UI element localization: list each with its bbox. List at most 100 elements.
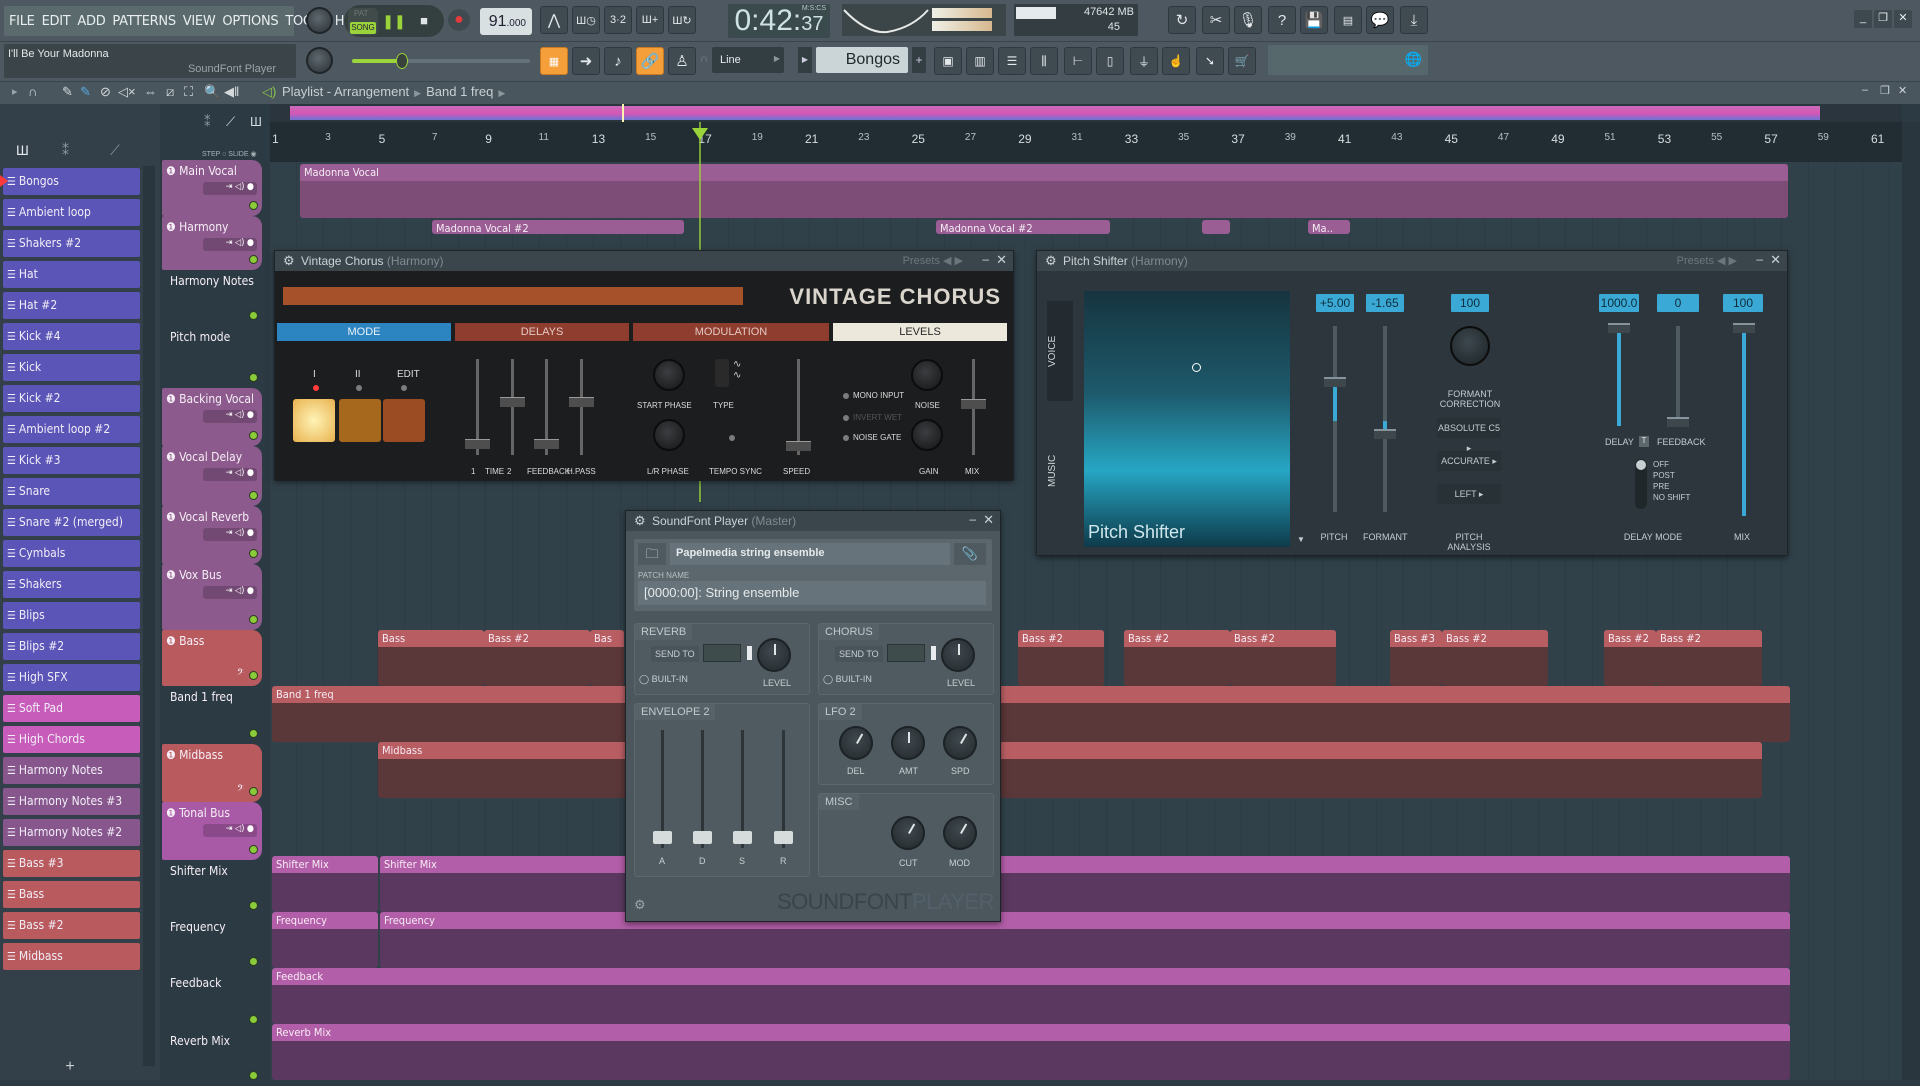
track-enable-led[interactable] bbox=[249, 615, 258, 624]
pattern-item[interactable]: ☰ Hat #2 bbox=[3, 292, 140, 319]
gain-knob[interactable] bbox=[911, 419, 943, 451]
menu-edit[interactable]: EDIT bbox=[42, 14, 71, 29]
release-fader[interactable] bbox=[774, 730, 793, 848]
track-activity-icon[interactable]: ❶ bbox=[166, 634, 179, 648]
pattern-item[interactable]: ☰ Bongos bbox=[0, 168, 140, 195]
mix-fader[interactable] bbox=[961, 359, 986, 455]
slip-tool-icon[interactable]: ⇔ bbox=[144, 84, 157, 99]
playlist-clip[interactable]: Bass #2 bbox=[484, 630, 590, 686]
mono-input-led[interactable] bbox=[843, 393, 849, 399]
playlist-window-icon[interactable]: ▣ bbox=[934, 47, 962, 75]
playlist-clip[interactable]: Bass #2 bbox=[1124, 630, 1230, 686]
track-activity-icon[interactable]: ❶ bbox=[166, 510, 179, 524]
track-enable-led[interactable] bbox=[249, 311, 258, 320]
delay-fader-handle[interactable] bbox=[1608, 323, 1630, 333]
playlist-clip[interactable]: Bass #2 bbox=[1230, 630, 1336, 686]
playlist-clip[interactable]: Reverb Mix bbox=[272, 1024, 1790, 1080]
attack-fader[interactable] bbox=[653, 730, 672, 848]
channel-rack-icon[interactable]: ☰ bbox=[998, 47, 1026, 75]
export-audio-icon[interactable]: ▤ bbox=[1334, 6, 1362, 34]
playlist-clip[interactable]: Bass bbox=[378, 630, 484, 686]
menu-patterns[interactable]: PATTERNS bbox=[112, 14, 176, 29]
track-header[interactable]: ❶ Harmony ⇥ ◁) ● bbox=[162, 216, 262, 270]
paint-icon[interactable]: ♪ bbox=[604, 47, 632, 75]
sustain-fader[interactable] bbox=[733, 730, 752, 848]
microphone-icon[interactable]: 🎙 bbox=[1234, 6, 1262, 34]
track-header[interactable]: ❶ Vocal Reverb ⇥ ◁) ● bbox=[162, 506, 262, 564]
formant-correction-value[interactable]: 100 bbox=[1451, 294, 1489, 312]
arrow-icon[interactable]: ➜ bbox=[572, 47, 600, 75]
noise-gate-led[interactable] bbox=[843, 435, 849, 441]
pattern-item[interactable]: ☰ Blips bbox=[3, 602, 140, 629]
touch-icon[interactable]: ☝ bbox=[1162, 47, 1190, 75]
delay-feedback-fader[interactable] bbox=[534, 359, 559, 455]
attach-icon[interactable]: 📎 bbox=[954, 543, 986, 565]
playlist-vertical-scrollbar[interactable] bbox=[1902, 122, 1920, 1080]
spectrogram[interactable]: Pitch Shifter bbox=[1084, 291, 1290, 547]
pitch-cursor[interactable] bbox=[1192, 363, 1201, 372]
reverb-builtin-toggle[interactable]: ◯ BUILT-IN bbox=[639, 674, 688, 685]
audio-tab-icon[interactable]: ⁑ bbox=[62, 142, 69, 159]
loop-record-icon[interactable]: Ш↻ bbox=[668, 6, 696, 34]
analysis-quality-selector[interactable]: ACCURATE ▸ bbox=[1437, 451, 1501, 471]
track-header[interactable]: Band 1 freq bbox=[162, 686, 262, 744]
track-enable-led[interactable] bbox=[249, 845, 258, 854]
track-controls[interactable]: ⇥ ◁) ● bbox=[203, 182, 257, 195]
playlist-minimize-icon[interactable]: – bbox=[1862, 84, 1868, 96]
start-phase-knob[interactable] bbox=[653, 359, 685, 391]
reverb-send-select[interactable] bbox=[703, 644, 741, 662]
track-header[interactable]: Pitch mode bbox=[162, 326, 262, 388]
track-enable-led[interactable] bbox=[249, 1015, 258, 1024]
chorus-builtin-toggle[interactable]: ◯ BUILT-IN bbox=[823, 674, 872, 685]
gear-icon[interactable]: ⚙ bbox=[634, 513, 646, 529]
track-enable-led[interactable] bbox=[249, 671, 258, 680]
magnet-icon[interactable]: ∩ bbox=[700, 53, 708, 65]
pattern-item[interactable]: ☰ Kick bbox=[3, 354, 140, 381]
tab-music[interactable]: MUSIC bbox=[1047, 421, 1073, 521]
delay-hpass-fader[interactable] bbox=[569, 359, 594, 455]
close-icon[interactable]: ✕ bbox=[983, 512, 994, 528]
presets-button[interactable]: Presets ◀ ▶ bbox=[1677, 254, 1737, 267]
pencil-tool-icon[interactable]: ✎ bbox=[62, 84, 73, 100]
lfo-speed-knob[interactable] bbox=[936, 719, 984, 767]
cutoff-knob[interactable] bbox=[884, 809, 932, 857]
playlist-restore-icon[interactable]: ❐ bbox=[1880, 84, 1890, 97]
track-enable-led[interactable] bbox=[249, 901, 258, 910]
pattern-item[interactable]: ☰ High Chords bbox=[3, 726, 140, 753]
pitch-shifter-titlebar[interactable]: ⚙ Pitch Shifter (Harmony) Presets ◀ ▶ – … bbox=[1037, 251, 1787, 271]
mix-fader-handle[interactable] bbox=[1733, 323, 1755, 333]
presets-button[interactable]: Presets ◀ ▶ bbox=[903, 254, 963, 267]
delay-mode-noshift[interactable]: NO SHIFT bbox=[1653, 492, 1690, 503]
mode-i-button[interactable] bbox=[293, 399, 335, 442]
pattern-prev-icon[interactable]: ▶ bbox=[798, 47, 812, 73]
playlist-clip[interactable]: Feedback bbox=[272, 968, 1790, 1024]
type-switch[interactable] bbox=[715, 359, 729, 387]
patch-name-field[interactable]: [0000:00]: String ensemble bbox=[638, 581, 986, 605]
track-header[interactable]: Harmony Notes bbox=[162, 270, 262, 326]
chorus-send-select[interactable] bbox=[887, 644, 925, 662]
zoom-tool-icon[interactable]: 🔍 bbox=[204, 84, 220, 100]
dropdown-icon[interactable]: ▼ bbox=[1297, 535, 1305, 544]
add-pattern-button[interactable]: + bbox=[0, 1058, 140, 1080]
cut-tool-icon[interactable]: ✂ bbox=[1202, 6, 1230, 34]
track-header[interactable]: ❶ Bass 𝄢 bbox=[162, 630, 262, 686]
pattern-filter-icon[interactable]: Ш bbox=[250, 114, 262, 129]
minimize-icon[interactable]: – bbox=[982, 252, 989, 266]
wait-record-icon[interactable]: Ш◷ bbox=[572, 6, 600, 34]
soundfont-titlebar[interactable]: ⚙ SoundFont Player (Master) – ✕ bbox=[626, 511, 1000, 531]
track-header[interactable]: ❶ Vocal Delay ⇥ ◁) ● bbox=[162, 446, 262, 506]
playlist-clip[interactable]: Frequency bbox=[380, 912, 1790, 968]
snap-selector[interactable]: Line ▶ bbox=[712, 47, 784, 73]
track-header[interactable]: ❶ Vox Bus ⇥ ◁) ● bbox=[162, 564, 262, 630]
track-activity-icon[interactable]: ❶ bbox=[166, 164, 179, 178]
audio-filter-icon[interactable]: ⁑ bbox=[204, 114, 211, 130]
mix-value[interactable]: 100 bbox=[1723, 294, 1763, 312]
track-enable-led[interactable] bbox=[249, 431, 258, 440]
mode-edit-button[interactable] bbox=[383, 399, 425, 442]
formant-value[interactable]: -1.65 bbox=[1366, 294, 1404, 312]
pitch-value[interactable]: +5.00 bbox=[1316, 294, 1354, 312]
master-volume-knob[interactable] bbox=[306, 7, 333, 34]
tempo-sync-toggle[interactable]: T bbox=[1639, 436, 1649, 447]
track-header[interactable]: ❶ Midbass 𝄢 bbox=[162, 744, 262, 802]
menu-file[interactable]: FILE bbox=[9, 14, 35, 29]
